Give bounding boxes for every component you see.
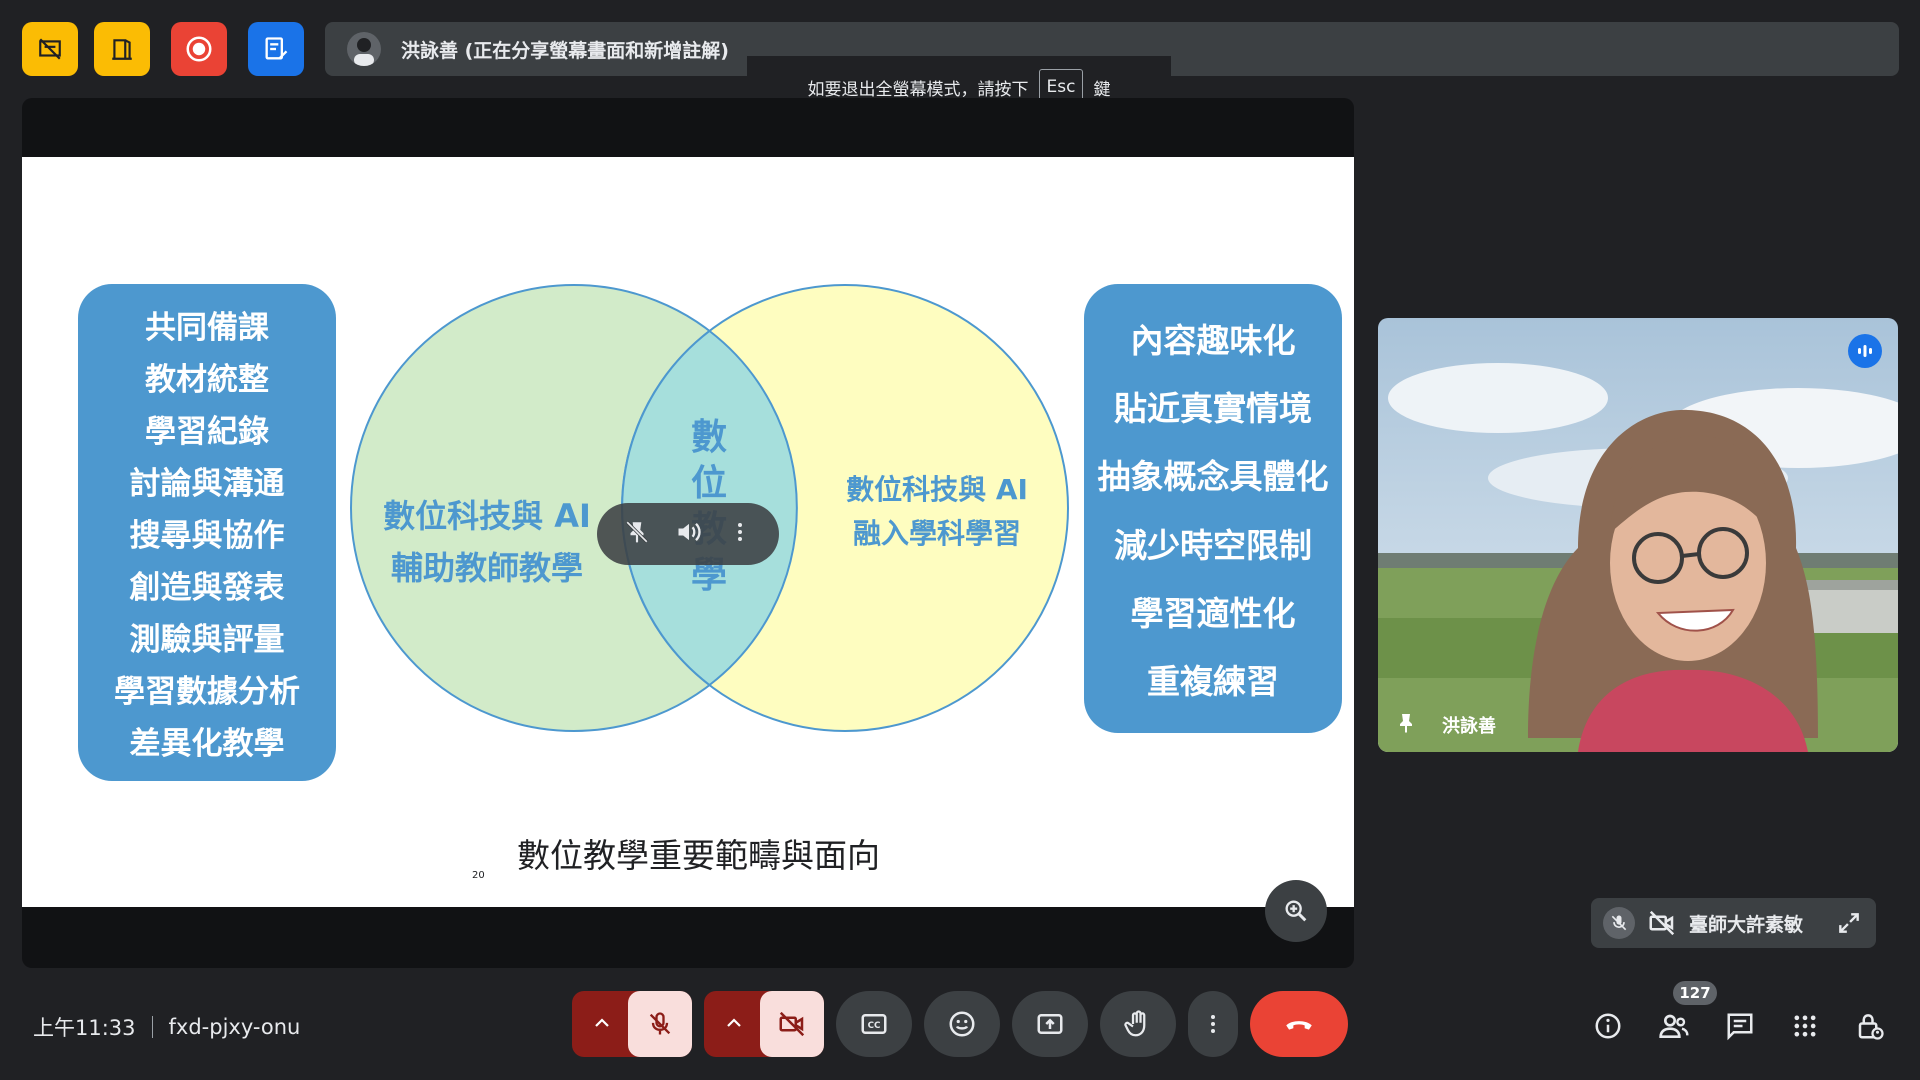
host-controls-button[interactable]: [1850, 1006, 1890, 1046]
camera-off-icon: [779, 1011, 805, 1037]
mic-off-icon: [1611, 915, 1627, 931]
meeting-code: fxd-pjxy-onu: [168, 1015, 301, 1039]
slide-page-number: 20: [472, 870, 485, 881]
record-icon: [186, 36, 212, 62]
slide-title: 數位教學重要範疇與面向: [517, 836, 880, 875]
right-list-item: 貼近真實情境: [1114, 389, 1312, 429]
mic-toggle-button[interactable]: [628, 991, 692, 1057]
presenter-status-text: 洪詠善 (正在分享螢幕畫面和新增註解): [401, 39, 729, 62]
breakout-door-button[interactable]: [94, 22, 150, 76]
tile-more-options-button[interactable]: [728, 520, 752, 548]
mic-off-icon: [649, 1012, 671, 1035]
camera-control-group: [704, 991, 824, 1057]
presenter-avatar: [347, 32, 381, 66]
apps-grid-icon: [1794, 1015, 1816, 1037]
expand-icon: [1839, 913, 1859, 933]
volume-icon: [678, 523, 701, 541]
self-view-mini-tile[interactable]: 臺師大許素敏: [1591, 898, 1876, 948]
info-icon: [1595, 1013, 1621, 1039]
pin-icon: [1394, 710, 1418, 740]
venn-center-char: 數: [691, 417, 727, 458]
door-icon: [112, 39, 132, 60]
hide-slides-button[interactable]: [22, 22, 78, 76]
more-options-button[interactable]: [1188, 991, 1238, 1057]
unpin-icon: [625, 521, 648, 543]
mic-off-indicator: [1603, 907, 1635, 939]
hint-prefix: 如要退出全螢幕模式，請按下: [807, 79, 1029, 100]
leave-call-button[interactable]: [1250, 991, 1348, 1057]
people-button[interactable]: [1654, 1006, 1694, 1046]
expand-button[interactable]: [1836, 910, 1862, 936]
video-options-button[interactable]: [722, 1011, 746, 1035]
more-vert-icon: [738, 523, 743, 541]
chevron-up-icon: [595, 1018, 609, 1027]
person-avatar-icon: [354, 38, 374, 66]
participant-count-badge: 127: [1673, 981, 1717, 1005]
participant-name: 洪詠善: [1442, 716, 1496, 737]
unpin-button[interactable]: [624, 519, 650, 549]
venn-right-line1: 數位科技與 AI: [846, 473, 1028, 506]
present-screen-button[interactable]: [1012, 991, 1088, 1057]
audio-level-icon: [1858, 345, 1872, 357]
no-slides-icon: [39, 38, 61, 60]
right-list-item: 重複練習: [1147, 661, 1279, 701]
closed-captions-icon: CC: [861, 1014, 887, 1034]
hang-up-icon: [1286, 1021, 1312, 1030]
meeting-details: 上午11:33 fxd-pjxy-onu: [33, 1012, 300, 1042]
right-list-item: 減少時空限制: [1114, 525, 1312, 565]
more-vert-icon: [1211, 1015, 1215, 1033]
speaking-indicator: [1848, 334, 1882, 368]
zoom-in-icon: [1285, 900, 1307, 922]
activities-button[interactable]: [1785, 1006, 1825, 1046]
chevron-up-icon: [727, 1018, 741, 1027]
host-lock-icon: [1858, 1014, 1884, 1040]
camera-toggle-button[interactable]: [760, 991, 824, 1057]
whiteboard-icon: [265, 37, 288, 60]
mic-control-group: [572, 991, 692, 1057]
hand-icon: [1124, 1010, 1146, 1037]
self-view-name: 臺師大許素敏: [1689, 913, 1804, 936]
meeting-info-button[interactable]: [1588, 1006, 1628, 1046]
hint-suffix: 鍵: [1093, 79, 1111, 100]
venn-right-line2: 融入學科學習: [853, 517, 1021, 550]
svg-text:CC: CC: [868, 1021, 881, 1031]
venn-left-line2: 輔助教師教學: [391, 549, 583, 587]
right-list-item: 抽象概念具體化: [1097, 457, 1329, 497]
chat-button[interactable]: [1720, 1006, 1760, 1046]
participant-video-tile[interactable]: 洪詠善: [1378, 318, 1898, 752]
camera-off-icon: [1649, 910, 1675, 936]
right-list-item: 學習適性化: [1130, 593, 1296, 633]
volume-button[interactable]: [675, 518, 703, 550]
tile-hover-controls: [597, 503, 779, 565]
venn-center-char: 位: [691, 463, 727, 504]
people-icon: [1659, 1014, 1689, 1038]
record-button[interactable]: [171, 22, 227, 76]
participant-video-frame: [1378, 318, 1898, 752]
audio-options-button[interactable]: [590, 1011, 614, 1035]
chat-icon: [1727, 1013, 1753, 1041]
captions-button[interactable]: CC: [836, 991, 912, 1057]
right-list-item: 內容趣味化: [1130, 321, 1296, 361]
raise-hand-button[interactable]: [1100, 991, 1176, 1057]
right-list-box: 內容趣味化 貼近真實情境 抽象概念具體化 減少時空限制 學習適性化 重複練習: [1084, 284, 1342, 733]
reactions-button[interactable]: [924, 991, 1000, 1057]
emoji-icon: [949, 1011, 975, 1037]
zoom-button[interactable]: [1265, 880, 1327, 942]
divider: [151, 1016, 153, 1038]
venn-left-line1: 數位科技與 AI: [383, 497, 591, 535]
camera-off-indicator: [1647, 908, 1677, 938]
meeting-time: 上午11:33: [33, 1016, 136, 1040]
present-to-all-icon: [1037, 1014, 1063, 1034]
whiteboard-button[interactable]: [248, 22, 304, 76]
